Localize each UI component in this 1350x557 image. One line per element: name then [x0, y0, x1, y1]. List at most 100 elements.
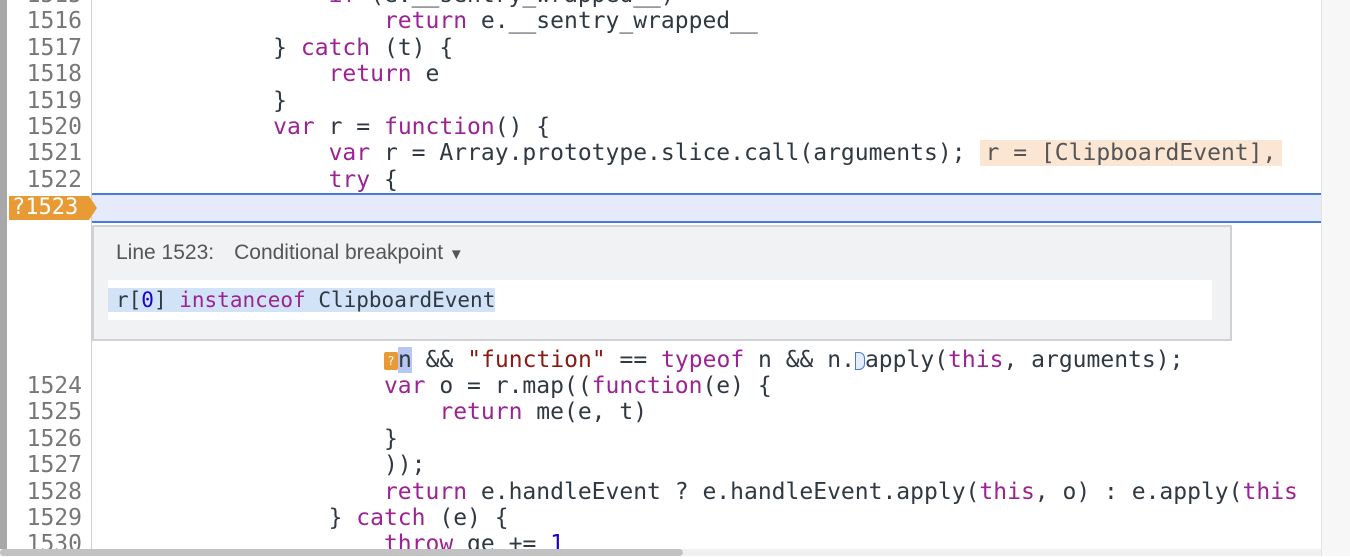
- code-token: (e) {: [702, 373, 772, 399]
- inline-conditional-breakpoint-icon[interactable]: ?: [383, 351, 398, 370]
- code-token: {: [370, 166, 398, 193]
- line-number[interactable]: 1529: [7, 505, 82, 531]
- code-text: } catch (e) {: [107, 505, 509, 531]
- popup-header: Line 1523: Conditional breakpoint ▼: [116, 241, 464, 265]
- code-token: }: [273, 87, 288, 114]
- code-token: catch: [300, 34, 371, 61]
- code-token: function: [591, 373, 703, 399]
- code-token: ));: [383, 452, 426, 479]
- code-token: o = r.map((: [425, 373, 592, 399]
- code-line: 1525 return me(e, t): [0, 399, 1321, 425]
- line-number[interactable]: 1518: [7, 61, 82, 87]
- code-line: 1517 } catch (t) {: [0, 35, 1321, 61]
- code-token: n && n.: [744, 347, 855, 373]
- code-token: return: [383, 478, 468, 505]
- code-token: this: [948, 347, 1004, 373]
- code-token: var: [328, 140, 371, 167]
- line-number[interactable]: 1515: [7, 0, 82, 8]
- line-number[interactable]: 1527: [7, 452, 82, 478]
- line-number[interactable]: 1522: [7, 167, 82, 193]
- code-token: function: [383, 114, 495, 140]
- line-number[interactable]: 1520: [7, 114, 82, 140]
- line-number[interactable]: 1521: [7, 140, 82, 166]
- line-label: Line 1523:: [116, 241, 215, 264]
- line-number[interactable]: 1524: [7, 373, 82, 399]
- code-line: 1518 return e: [0, 61, 1321, 87]
- code-token: }: [383, 425, 398, 452]
- vertical-scrollbar[interactable]: [1321, 0, 1350, 556]
- code-token: var: [273, 114, 315, 140]
- code-line: 1527 ));: [0, 452, 1321, 478]
- code-token: , o) : e.apply(: [1034, 478, 1243, 505]
- horizontal-scrollbar[interactable]: [0, 549, 1321, 556]
- breakpoint-editor-popup: Line 1523: Conditional breakpoint ▼ r[0] …: [92, 225, 1232, 341]
- line-number[interactable]: 1519: [7, 88, 82, 114]
- triangle-down-icon: ▼: [448, 246, 464, 263]
- code-token: ClipboardEvent: [305, 288, 496, 312]
- code-token: return: [383, 8, 468, 35]
- code-token: 0: [141, 288, 154, 312]
- code-line: 1519 }: [0, 88, 1321, 114]
- scrollbar-thumb[interactable]: [0, 549, 683, 556]
- code-token: me(e, t): [522, 399, 648, 426]
- code-token: this: [979, 478, 1035, 505]
- code-line: 1521 var r = Array.prototype.slice.call(…: [0, 140, 1321, 167]
- code-text: var r = function() {: [107, 114, 550, 140]
- code-text: }: [107, 88, 287, 114]
- breakpoint-type-dropdown[interactable]: Conditional breakpoint ▼: [234, 241, 464, 264]
- code-text: return e.handleEvent ? e.handleEvent.app…: [107, 479, 1298, 505]
- code-token: r = Array.prototype.slice.call(arguments…: [370, 140, 966, 167]
- code-token: catch: [356, 505, 426, 531]
- code-line: 1516 return e.__sentry_wrapped__: [0, 8, 1321, 34]
- condition-input[interactable]: r[0] instanceof ClipboardEvent: [108, 280, 1212, 320]
- code-token: ==: [605, 347, 662, 373]
- code-line: 1528 return e.handleEvent ? e.handleEven…: [0, 479, 1321, 505]
- code-text: ));: [107, 452, 426, 478]
- code-token: n: [397, 347, 412, 373]
- code-token: (e) {: [425, 505, 509, 531]
- code-token: var: [383, 373, 426, 399]
- code-token: if: [329, 0, 357, 8]
- line-number[interactable]: 1517: [7, 35, 82, 61]
- code-line: ? n && "function" == typeof n && n. apply(…: [0, 347, 1321, 373]
- breakpoint-type-label: Conditional breakpoint: [234, 241, 444, 264]
- code-token: e: [411, 61, 440, 88]
- code-line: 1522 try {: [0, 167, 1321, 193]
- inline-breakpoint-marker[interactable]: [854, 351, 865, 370]
- code-text: }: [107, 426, 398, 452]
- code-line: 1529 } catch (e) {: [0, 505, 1321, 531]
- code-token: r =: [314, 114, 384, 140]
- code-line: 1520 var r = function() {: [0, 114, 1321, 140]
- code-text: return e.__sentry_wrapped__: [107, 8, 758, 34]
- code-text: } catch (t) {: [107, 35, 453, 61]
- code-token: e.__sentry_wrapped__: [467, 8, 758, 35]
- code-token: return: [328, 61, 412, 88]
- code-token: e.handleEvent ? e.handleEvent.apply(: [467, 478, 980, 505]
- code-token: (t) {: [370, 34, 454, 61]
- code-text: try {: [107, 167, 398, 193]
- code-token: "function": [467, 347, 606, 373]
- code-token: &&: [411, 347, 468, 373]
- code-text: ? n && "function" == typeof n && n. apply(…: [107, 347, 1183, 373]
- code-token: apply(: [864, 347, 949, 373]
- code-token: }: [328, 505, 357, 531]
- code-token: r[: [116, 288, 142, 312]
- code-token: instanceof: [179, 288, 306, 312]
- line-number[interactable]: 1516: [7, 8, 82, 34]
- code-text: return e: [107, 61, 440, 88]
- code-token: try: [328, 166, 371, 193]
- code-text: var o = r.map((function(e) {: [107, 373, 772, 399]
- line-number[interactable]: 1525: [7, 399, 82, 425]
- code-token: this: [1242, 478, 1298, 505]
- line-number[interactable]: 1526: [7, 426, 82, 452]
- code-line: 1524 var o = r.map((function(e) {: [0, 373, 1321, 399]
- current-breakpoint-line-highlight: [92, 193, 1321, 223]
- code-token: (e.__sentry_wrapped__): [356, 0, 675, 8]
- code-token: return: [439, 399, 523, 426]
- code-token: }: [273, 34, 301, 61]
- code-line: 1526 }: [0, 426, 1321, 452]
- conditional-breakpoint-marker[interactable]: ?1523: [9, 196, 97, 220]
- code-text: var r = Array.prototype.slice.call(argum…: [107, 140, 1283, 167]
- line-number[interactable]: 1528: [7, 479, 82, 505]
- code-token: , arguments);: [1003, 347, 1184, 373]
